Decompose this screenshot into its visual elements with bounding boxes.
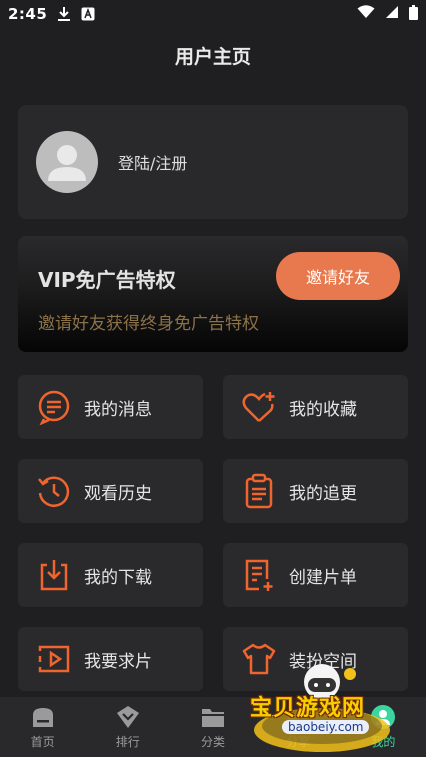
login-card[interactable]: 登陆/注册: [18, 105, 408, 219]
menu-watch-history[interactable]: 观看历史: [18, 459, 203, 523]
avatar[interactable]: [36, 131, 98, 193]
ranking-icon: [115, 704, 141, 730]
folder-icon: [200, 704, 226, 730]
menu-label: 我的收藏: [289, 399, 357, 420]
download-icon: [36, 557, 72, 593]
menu-label: 观看历史: [84, 483, 152, 504]
app-notification-icon: [81, 7, 95, 21]
menu-label: 创建片单: [289, 567, 357, 588]
watermark-url: baobeiy.com: [282, 720, 370, 734]
menu-label: 我要求片: [84, 651, 152, 672]
nav-label: 排行: [115, 735, 140, 749]
signal-icon: [385, 5, 399, 23]
invite-friends-button[interactable]: 邀请好友: [276, 252, 400, 300]
nav-home[interactable]: 首页: [0, 697, 85, 757]
menu-my-downloads[interactable]: 我的下载: [18, 543, 203, 607]
page-title: 用户主页: [174, 46, 251, 68]
heart-plus-icon: [241, 389, 277, 425]
menu-create-playlist[interactable]: 创建片单: [223, 543, 408, 607]
battery-icon: [409, 4, 418, 24]
nav-category[interactable]: 分类: [170, 697, 255, 757]
menu-request-video[interactable]: 我要求片: [18, 627, 203, 691]
clipboard-icon: [241, 473, 277, 509]
menu-label: 我的消息: [84, 399, 152, 420]
login-register-link[interactable]: 登陆/注册: [118, 150, 187, 174]
watermark-text: 宝贝游戏网: [250, 696, 366, 721]
status-time: 2:45: [8, 5, 48, 23]
menu-my-follows[interactable]: 我的追更: [223, 459, 408, 523]
download-status-icon: [57, 6, 71, 22]
message-icon: [36, 389, 72, 425]
request-video-icon: [36, 641, 72, 677]
status-bar: 2:45: [0, 0, 426, 28]
nav-label: 首页: [30, 735, 55, 749]
vip-title: VIP免广告特权: [38, 268, 176, 292]
menu-label: 我的下载: [84, 567, 152, 588]
vip-subtitle: 邀请好友获得终身免广告特权: [38, 314, 259, 334]
history-icon: [36, 473, 72, 509]
watermark-logo: 宝贝游戏网 baobeiy.com: [246, 660, 406, 754]
menu-label: 我的追更: [289, 483, 357, 504]
menu-my-favorites[interactable]: 我的收藏: [223, 375, 408, 439]
home-icon: [30, 704, 56, 730]
vip-banner: VIP免广告特权 邀请好友获得终身免广告特权 邀请好友: [18, 236, 408, 352]
wifi-icon: [357, 5, 375, 23]
nav-ranking[interactable]: 排行: [85, 697, 170, 757]
menu-my-messages[interactable]: 我的消息: [18, 375, 203, 439]
create-list-icon: [241, 557, 277, 593]
nav-label: 分类: [201, 735, 226, 749]
